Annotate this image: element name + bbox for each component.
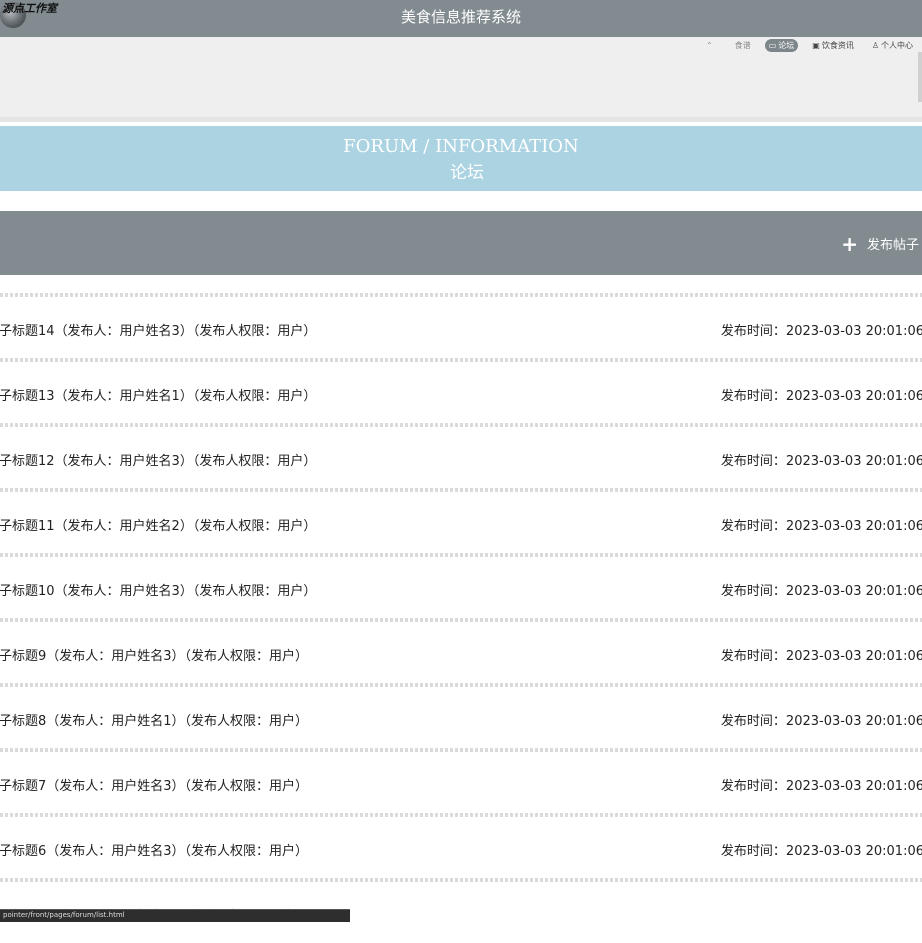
user-icon: ♙ — [871, 41, 879, 50]
nav-item-news[interactable]: ▣ 饮食资讯 — [808, 39, 858, 52]
nav-item-label: 个人中心 — [881, 41, 913, 50]
row-divider — [0, 683, 922, 687]
nav-item-forum[interactable]: ▭ 论坛 — [764, 39, 799, 52]
plus-icon: + — [841, 231, 858, 256]
row-divider — [0, 553, 922, 557]
post-list: 子标题14（发布人：用户姓名3）（发布人权限：用户） 发布时间：2023-03-0… — [0, 293, 922, 943]
row-divider — [0, 748, 922, 752]
logo-text: 源点工作室 — [2, 2, 57, 15]
post-time: 发布时间：2023-03-03 20:01:06 — [720, 649, 922, 664]
nav-item-label: 食谱 — [734, 41, 751, 50]
post-time: 发布时间：2023-03-03 20:01:06 — [720, 389, 922, 404]
list-item[interactable]: 子标题12（发布人：用户姓名3）（发布人权限：用户） 发布时间：2023-03-0… — [0, 423, 922, 488]
post-time: 发布时间：2023-03-03 20:01:06 — [720, 584, 922, 599]
post-title[interactable]: 子标题11（发布人：用户姓名2）（发布人权限：用户） — [0, 515, 316, 534]
divider — [0, 117, 922, 122]
post-title[interactable]: 子标题14（发布人：用户姓名3）（发布人权限：用户） — [0, 320, 316, 339]
status-url: pointer/front/pages/forum/list.html — [3, 911, 125, 919]
action-bar: + 发布帖子 — [0, 211, 922, 275]
banner-title-en: FORUM / INFORMATION — [343, 136, 579, 157]
post-title[interactable]: 子标题7（发布人：用户姓名3）（发布人权限：用户） — [0, 775, 308, 794]
nav-item-recipes[interactable]: 食谱 — [729, 39, 755, 52]
post-title[interactable]: 子标题6（发布人：用户姓名3）（发布人权限：用户） — [0, 840, 308, 859]
main-nav: ⌃ 食谱 ▭ 论坛 ▣ 饮食资讯 ♙ 个人中心 — [702, 39, 917, 52]
list-item[interactable]: 子标题14（发布人：用户姓名3）（发布人权限：用户） 发布时间：2023-03-0… — [0, 293, 922, 358]
list-item[interactable]: 子标题10（发布人：用户姓名3）（发布人权限：用户） 发布时间：2023-03-0… — [0, 553, 922, 618]
post-time: 发布时间：2023-03-03 20:01:06 — [720, 779, 922, 794]
status-bar: pointer/front/pages/forum/list.html — [0, 909, 350, 922]
publish-post-label: 发布帖子 — [866, 238, 919, 253]
post-title[interactable]: 子标题9（发布人：用户姓名3）（发布人权限：用户） — [0, 645, 308, 664]
post-time: 发布时间：2023-03-03 20:01:06 — [720, 324, 922, 339]
nav-item-label: 论坛 — [778, 41, 795, 50]
list-item[interactable]: 子标题9（发布人：用户姓名3）（发布人权限：用户） 发布时间：2023-03-03… — [0, 618, 922, 683]
row-divider — [0, 618, 922, 622]
list-item[interactable]: 子标题6（发布人：用户姓名3）（发布人权限：用户） 发布时间：2023-03-03… — [0, 813, 922, 878]
row-divider — [0, 813, 922, 817]
post-time: 发布时间：2023-03-03 20:01:06 — [720, 714, 922, 729]
post-time: 发布时间：2023-03-03 20:01:06 — [720, 454, 922, 469]
list-item[interactable]: 子标题11（发布人：用户姓名2）（发布人权限：用户） 发布时间：2023-03-0… — [0, 488, 922, 553]
nav-item-label: 饮食资讯 — [821, 41, 854, 50]
nav-item-home[interactable]: ⌃ — [702, 40, 719, 51]
list-item[interactable]: 子标题8（发布人：用户姓名1）（发布人权限：用户） 发布时间：2023-03-03… — [0, 683, 922, 748]
home-icon: ⌃ — [706, 41, 713, 50]
list-item[interactable]: 子标题13（发布人：用户姓名1）（发布人权限：用户） 发布时间：2023-03-0… — [0, 358, 922, 423]
row-divider — [0, 878, 922, 882]
list-item[interactable]: 子标题7（发布人：用户姓名3）（发布人权限：用户） 发布时间：2023-03-03… — [0, 748, 922, 813]
row-divider — [0, 358, 922, 362]
publish-post-button[interactable]: + 发布帖子 — [841, 231, 919, 256]
row-divider — [0, 293, 922, 297]
nav-scrollbar[interactable] — [918, 52, 922, 102]
post-title[interactable]: 子标题13（发布人：用户姓名1）（发布人权限：用户） — [0, 385, 316, 404]
news-icon: ▣ — [812, 41, 820, 50]
post-time: 发布时间：2023-03-03 20:01:06 — [720, 844, 922, 859]
post-time: 发布时间：2023-03-03 20:01:06 — [720, 519, 922, 534]
site-title: 美食信息推荐系统 — [400, 8, 521, 26]
nav-item-profile[interactable]: ♙ 个人中心 — [868, 39, 917, 52]
forum-icon: ▭ — [768, 41, 777, 50]
banner-title-cn: 论坛 — [450, 163, 484, 183]
post-title[interactable]: 子标题12（发布人：用户姓名3）（发布人权限：用户） — [0, 450, 316, 469]
post-title[interactable]: 子标题8（发布人：用户姓名1）（发布人权限：用户） — [0, 710, 308, 729]
page-banner: FORUM / INFORMATION 论坛 — [0, 126, 922, 191]
post-title[interactable]: 子标题10（发布人：用户姓名3）（发布人权限：用户） — [0, 580, 316, 599]
row-divider — [0, 423, 922, 427]
row-divider — [0, 488, 922, 492]
logo[interactable]: 源点工作室 — [0, 0, 90, 30]
